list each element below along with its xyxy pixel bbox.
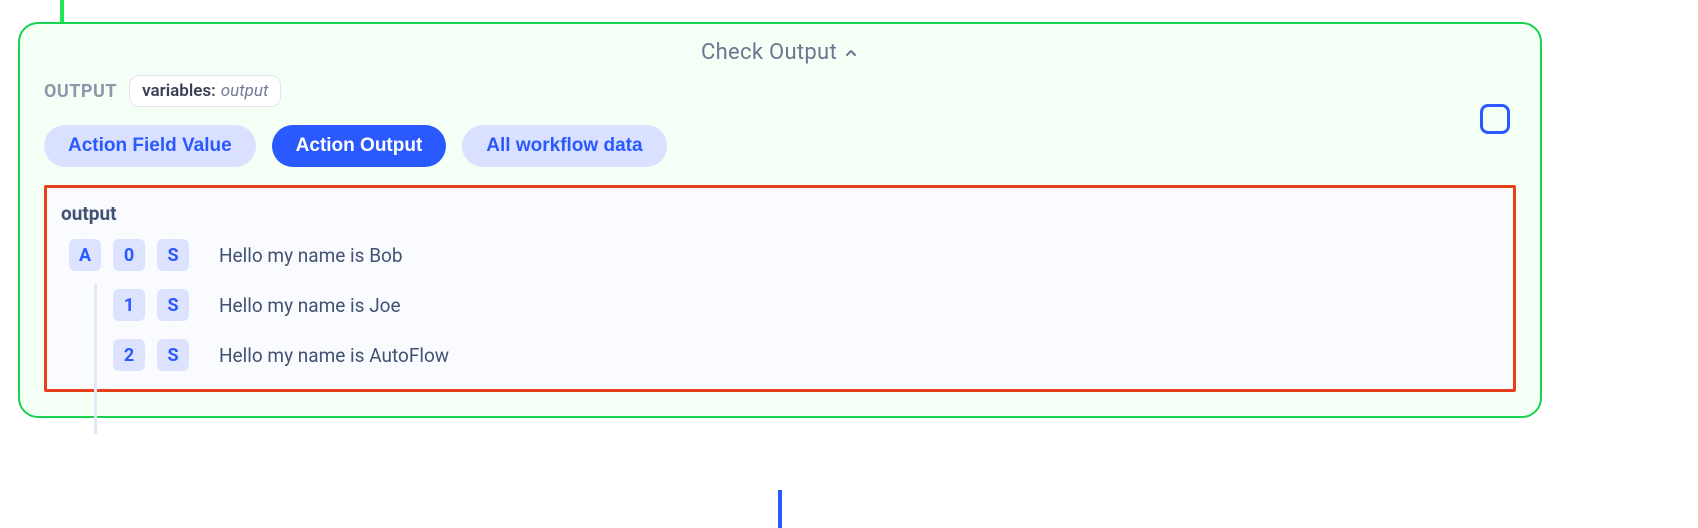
output-row-item: 2 S Hello my name is AutoFlow — [69, 339, 1499, 371]
index-tag[interactable]: 0 — [113, 239, 145, 271]
array-tag[interactable]: A — [69, 239, 101, 271]
tab-all-workflow-data[interactable]: All workflow data — [462, 125, 666, 167]
output-rows: A 0 S Hello my name is Bob 1 S Hello my … — [61, 239, 1499, 371]
row-value: Hello my name is AutoFlow — [219, 344, 449, 367]
string-tag[interactable]: S — [157, 339, 189, 371]
chevron-up-icon — [843, 45, 859, 61]
index-tag[interactable]: 2 — [113, 339, 145, 371]
tab-action-field-value[interactable]: Action Field Value — [44, 125, 256, 167]
tab-action-output[interactable]: Action Output — [272, 125, 447, 167]
check-output-panel: Check Output OUTPUT variables: output Ac… — [18, 22, 1542, 418]
expand-toggle[interactable] — [1480, 104, 1510, 134]
output-label: OUTPUT — [44, 81, 117, 102]
output-row-item: A 0 S Hello my name is Bob — [69, 239, 1499, 271]
string-tag[interactable]: S — [157, 289, 189, 321]
index-tag[interactable]: 1 — [113, 289, 145, 321]
tree-line — [94, 284, 97, 434]
chip-value: output — [221, 81, 269, 101]
row-value: Hello my name is Bob — [219, 244, 403, 267]
output-row-item: 1 S Hello my name is Joe — [69, 289, 1499, 321]
output-data-box: output A 0 S Hello my name is Bob 1 S He… — [44, 185, 1516, 392]
panel-header[interactable]: Check Output — [44, 40, 1516, 65]
output-row: OUTPUT variables: output — [44, 75, 1516, 107]
output-heading: output — [61, 202, 1499, 225]
tabs: Action Field Value Action Output All wor… — [44, 125, 1516, 167]
variables-chip[interactable]: variables: output — [129, 75, 281, 107]
string-tag[interactable]: S — [157, 239, 189, 271]
panel-title: Check Output — [701, 40, 837, 65]
node-connector-bottom — [778, 490, 782, 528]
node-connector-top — [60, 0, 64, 22]
row-value: Hello my name is Joe — [219, 294, 401, 317]
chip-key: variables: — [142, 81, 216, 101]
